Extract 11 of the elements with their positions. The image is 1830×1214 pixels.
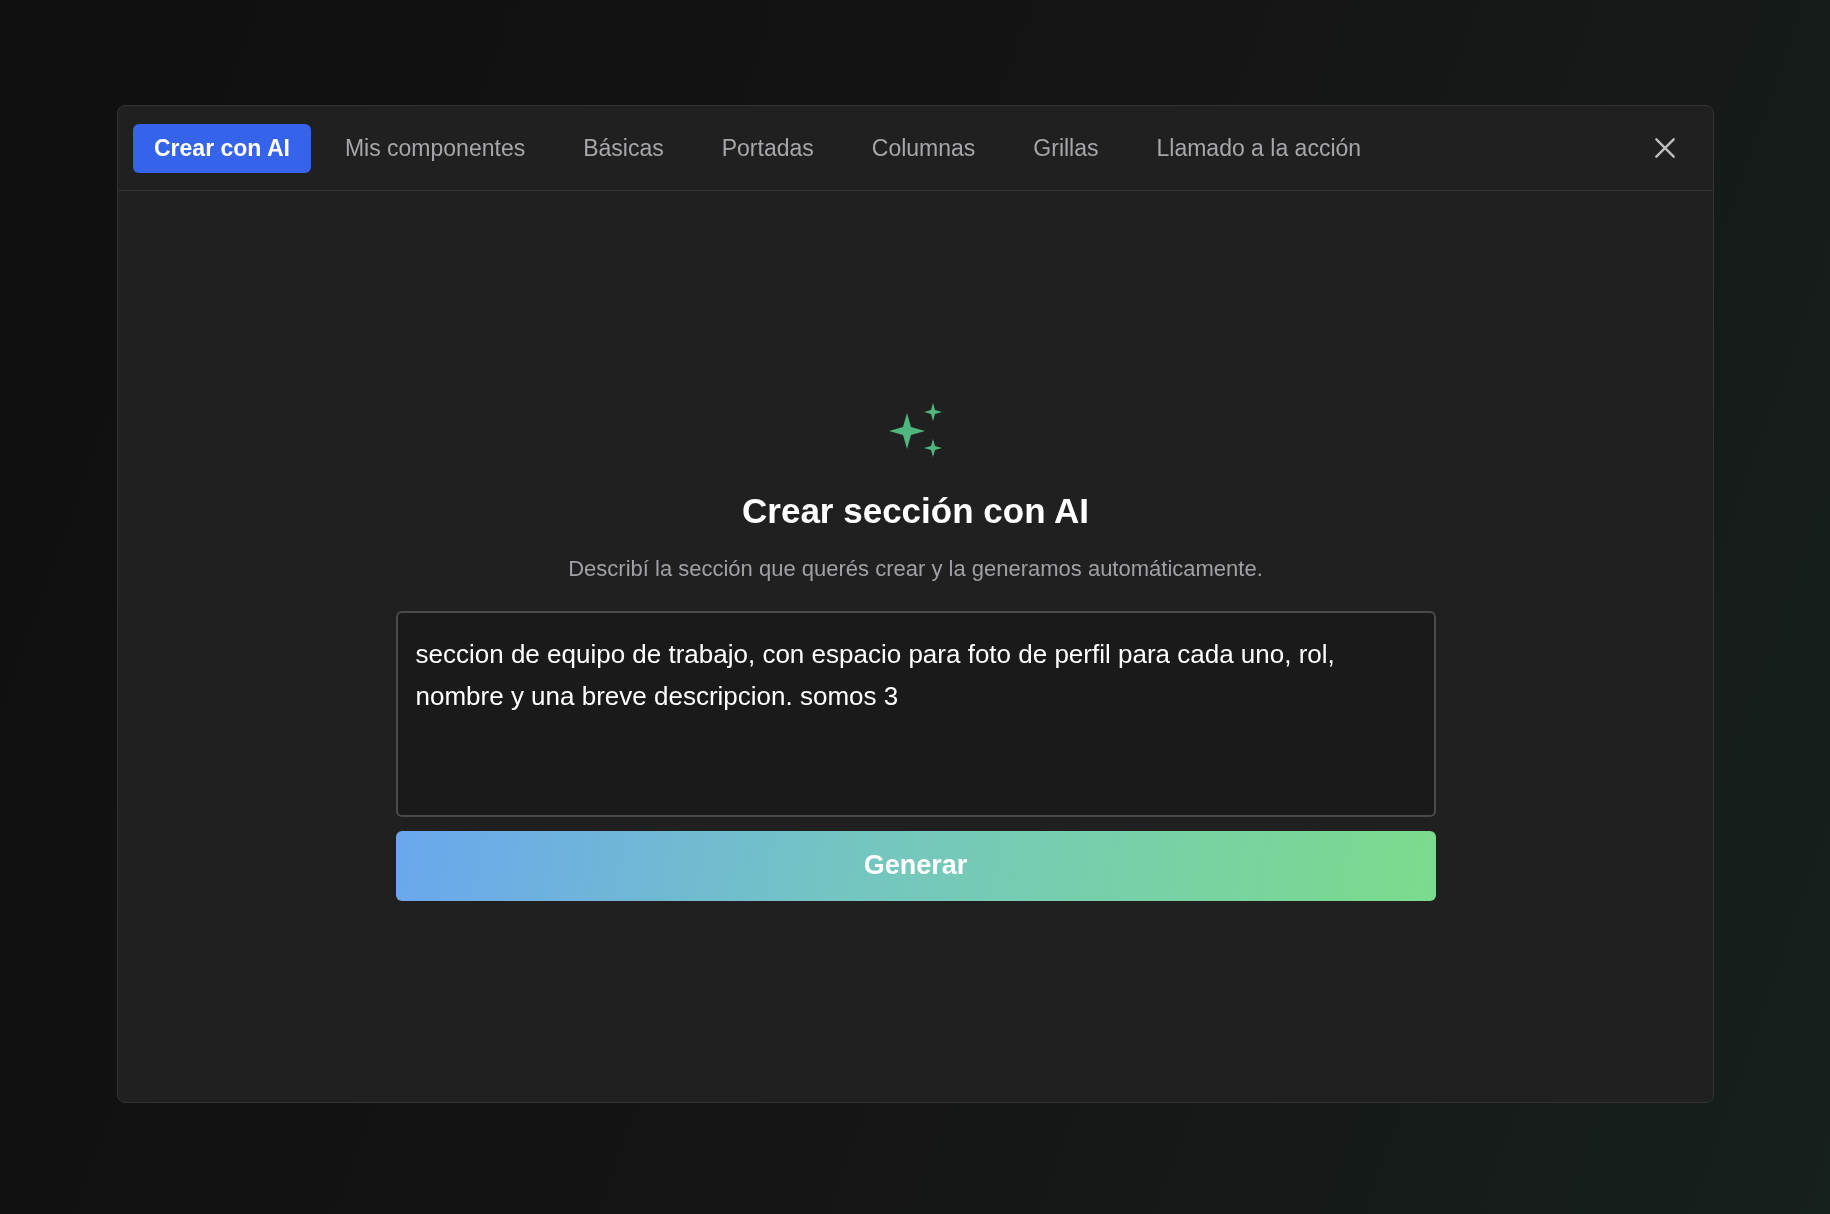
dialog-heading: Crear sección con AI: [742, 490, 1089, 532]
tab[interactable]: Grillas: [1009, 123, 1123, 173]
tab[interactable]: Mis componentes: [320, 123, 550, 173]
prompt-field[interactable]: seccion de equipo de trabajo, con espacio para foto de perfil para cada uno, rol, nombre y una breve descripcion. somos 3: [395, 610, 1436, 817]
tab[interactable]: Básicas: [559, 123, 688, 173]
tab[interactable]: Portadas: [697, 123, 838, 173]
tab[interactable]: Crear con AI: [133, 123, 311, 173]
tab[interactable]: Columnas: [847, 123, 1000, 173]
dialog-description: Describí la sección que querés crear y la generamos automáticamente.: [568, 554, 1263, 583]
tab[interactable]: Llamado a la acción: [1132, 123, 1386, 173]
close-icon[interactable]: [1652, 135, 1678, 161]
